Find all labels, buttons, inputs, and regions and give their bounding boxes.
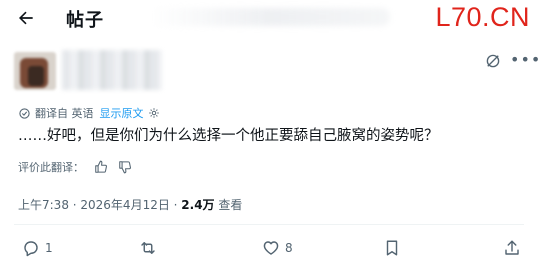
heart-icon — [263, 241, 279, 255]
redacted-header-area — [150, 8, 390, 26]
top-bar: 帖子 L70.CN — [0, 0, 538, 36]
rate-translation: 评价此翻译： — [18, 159, 132, 175]
repost-icon — [141, 242, 155, 254]
more-dots-icon[interactable]: ••• — [510, 50, 538, 69]
show-original-link[interactable]: 显示原文 — [100, 105, 144, 121]
views-label: 查看 — [214, 198, 243, 212]
author-row: ••• — [14, 44, 538, 94]
post-meta: 上午7:38 · 2026年4月12日 · 2.4万 查看 — [18, 196, 242, 213]
translation-source-label: 翻译自 英语 — [35, 107, 94, 120]
views-count: 2.4万 — [181, 198, 215, 212]
bookmark-icon — [386, 240, 398, 256]
translation-info: 翻译自 英语 显示原文 — [18, 105, 160, 121]
reply-button[interactable]: 1 — [22, 239, 53, 257]
divider — [14, 224, 524, 225]
share-icon — [505, 240, 519, 255]
reply-count: 1 — [45, 241, 53, 255]
like-button[interactable]: 8 — [262, 239, 293, 257]
avatar[interactable] — [14, 52, 56, 90]
action-bar: 1 8 — [0, 236, 538, 262]
translate-icon — [19, 107, 30, 119]
arrow-left-icon[interactable] — [16, 8, 36, 28]
page-title: 帖子 — [66, 10, 104, 31]
bookmark-button[interactable] — [383, 239, 401, 257]
like-count: 8 — [285, 241, 293, 255]
repost-button[interactable] — [139, 239, 162, 257]
redacted-author-name[interactable] — [62, 50, 162, 90]
reply-icon — [24, 241, 38, 257]
gear-icon[interactable] — [148, 107, 160, 119]
grok-icon[interactable] — [484, 52, 502, 70]
rate-translation-label: 评价此翻译： — [18, 161, 84, 174]
post-text: ……好吧，但是你们为什么选择一个他正要舔自己腋窝的姿势呢？ — [18, 128, 439, 144]
thumbs-down-icon[interactable] — [118, 160, 132, 174]
share-button[interactable] — [503, 239, 521, 257]
thumbs-up-icon[interactable] — [94, 160, 108, 174]
watermark-logo: L70.CN — [435, 2, 530, 32]
post-timestamp[interactable]: 上午7:38 · 2026年4月12日 · — [18, 198, 181, 212]
